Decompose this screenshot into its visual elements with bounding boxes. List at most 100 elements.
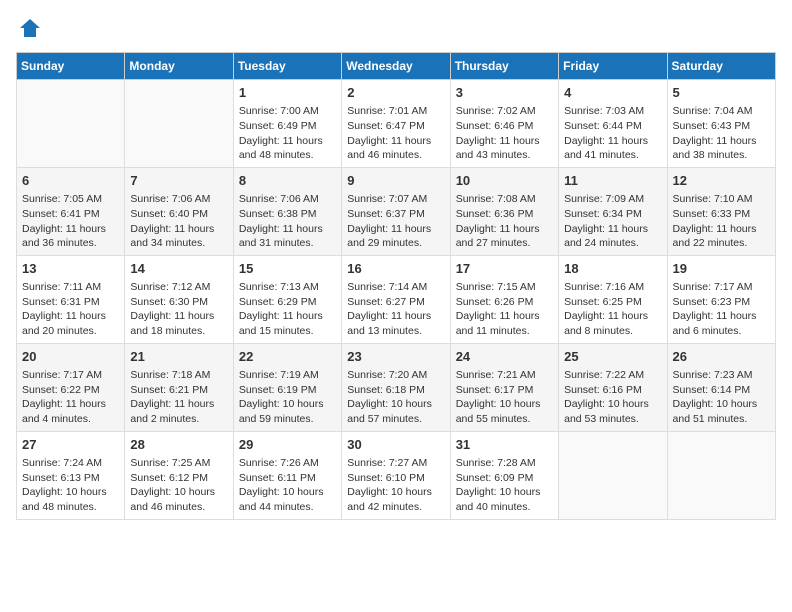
day-info: Sunrise: 7:20 AMSunset: 6:18 PMDaylight:… [347,368,444,427]
calendar-week-4: 20 Sunrise: 7:17 AMSunset: 6:22 PMDayligh… [17,343,776,431]
calendar-cell [667,431,775,519]
day-info: Sunrise: 7:12 AMSunset: 6:30 PMDaylight:… [130,280,227,339]
calendar-cell: 19Sunrise: 7:17 AMSunset: 6:23 PMDayligh… [667,255,775,343]
calendar-week-3: 13 Sunrise: 7:11 AMSunset: 6:31 PMDayligh… [17,255,776,343]
day-info: Sunrise: 7:16 AMSunset: 6:25 PMDaylight:… [564,280,661,339]
day-number: 5 [673,84,770,102]
weekday-header-friday: Friday [559,53,667,80]
day-info: Sunrise: 7:18 AMSunset: 6:21 PMDaylight:… [130,368,227,427]
weekday-header-saturday: Saturday [667,53,775,80]
calendar-cell: 20 Sunrise: 7:17 AMSunset: 6:22 PMDayligh… [17,343,125,431]
weekday-header-sunday: Sunday [17,53,125,80]
day-number: 25 [564,348,661,366]
calendar-cell: 14 Sunrise: 7:12 AMSunset: 6:30 PMDayligh… [125,255,233,343]
calendar-cell: 10 Sunrise: 7:08 AMSunset: 6:36 PMDayligh… [450,167,558,255]
day-info: Sunrise: 7:08 AMSunset: 6:36 PMDaylight:… [456,192,553,251]
day-info: Sunrise: 7:10 AMSunset: 6:33 PMDaylight:… [673,192,770,251]
day-info: Sunrise: 7:19 AMSunset: 6:19 PMDaylight:… [239,368,336,427]
calendar-cell: 15 Sunrise: 7:13 AMSunset: 6:29 PMDayligh… [233,255,341,343]
day-info: Sunrise: 7:24 AMSunset: 6:13 PMDaylight:… [22,456,119,515]
day-info: Sunrise: 7:17 AMSunset: 6:22 PMDaylight:… [22,368,119,427]
calendar-cell: 24 Sunrise: 7:21 AMSunset: 6:17 PMDayligh… [450,343,558,431]
calendar-cell [125,80,233,168]
calendar-cell: 22 Sunrise: 7:19 AMSunset: 6:19 PMDayligh… [233,343,341,431]
day-info: Sunrise: 7:26 AMSunset: 6:11 PMDaylight:… [239,456,336,515]
day-info: Sunrise: 7:28 AMSunset: 6:09 PMDaylight:… [456,456,553,515]
calendar-week-2: 6 Sunrise: 7:05 AMSunset: 6:41 PMDaylight… [17,167,776,255]
day-number: 20 [22,348,119,366]
day-info: Sunrise: 7:23 AMSunset: 6:14 PMDaylight:… [673,368,770,427]
day-number: 12 [673,172,770,190]
calendar-cell: 1Sunrise: 7:00 AMSunset: 6:49 PMDaylight… [233,80,341,168]
day-number: 17 [456,260,553,278]
day-number: 27 [22,436,119,454]
logo [16,16,42,40]
calendar-cell: 12 Sunrise: 7:10 AMSunset: 6:33 PMDayligh… [667,167,775,255]
calendar-cell: 21 Sunrise: 7:18 AMSunset: 6:21 PMDayligh… [125,343,233,431]
weekday-header-wednesday: Wednesday [342,53,450,80]
calendar-cell: 17 Sunrise: 7:15 AMSunset: 6:26 PMDayligh… [450,255,558,343]
day-number: 24 [456,348,553,366]
logo-icon [18,16,42,40]
day-number: 31 [456,436,553,454]
day-number: 9 [347,172,444,190]
day-info: Sunrise: 7:14 AMSunset: 6:27 PMDaylight:… [347,280,444,339]
day-number: 21 [130,348,227,366]
day-info: Sunrise: 7:25 AMSunset: 6:12 PMDaylight:… [130,456,227,515]
calendar-cell: 30Sunrise: 7:27 AMSunset: 6:10 PMDayligh… [342,431,450,519]
weekday-header-thursday: Thursday [450,53,558,80]
calendar-cell: 18 Sunrise: 7:16 AMSunset: 6:25 PMDayligh… [559,255,667,343]
calendar-cell [559,431,667,519]
day-number: 13 [22,260,119,278]
day-number: 30 [347,436,444,454]
day-info: Sunrise: 7:07 AMSunset: 6:37 PMDaylight:… [347,192,444,251]
day-info: Sunrise: 7:09 AMSunset: 6:34 PMDaylight:… [564,192,661,251]
day-info: Sunrise: 7:21 AMSunset: 6:17 PMDaylight:… [456,368,553,427]
day-info: Sunrise: 7:11 AMSunset: 6:31 PMDaylight:… [22,280,119,339]
calendar-cell: 16 Sunrise: 7:14 AMSunset: 6:27 PMDayligh… [342,255,450,343]
day-number: 4 [564,84,661,102]
calendar-cell: 8Sunrise: 7:06 AMSunset: 6:38 PMDaylight… [233,167,341,255]
day-number: 14 [130,260,227,278]
day-number: 3 [456,84,553,102]
calendar-cell: 29Sunrise: 7:26 AMSunset: 6:11 PMDayligh… [233,431,341,519]
calendar-cell: 28 Sunrise: 7:25 AMSunset: 6:12 PMDayligh… [125,431,233,519]
day-number: 28 [130,436,227,454]
day-info: Sunrise: 7:15 AMSunset: 6:26 PMDaylight:… [456,280,553,339]
day-number: 10 [456,172,553,190]
calendar-cell: 31 Sunrise: 7:28 AMSunset: 6:09 PMDayligh… [450,431,558,519]
weekday-header-tuesday: Tuesday [233,53,341,80]
calendar-cell: 9 Sunrise: 7:07 AMSunset: 6:37 PMDaylight… [342,167,450,255]
day-number: 6 [22,172,119,190]
day-info: Sunrise: 7:22 AMSunset: 6:16 PMDaylight:… [564,368,661,427]
calendar-cell: 3Sunrise: 7:02 AMSunset: 6:46 PMDaylight… [450,80,558,168]
calendar-cell: 11 Sunrise: 7:09 AMSunset: 6:34 PMDayligh… [559,167,667,255]
day-number: 15 [239,260,336,278]
day-info: Sunrise: 7:05 AMSunset: 6:41 PMDaylight:… [22,192,119,251]
calendar-week-5: 27 Sunrise: 7:24 AMSunset: 6:13 PMDayligh… [17,431,776,519]
calendar-cell: 26 Sunrise: 7:23 AMSunset: 6:14 PMDayligh… [667,343,775,431]
page-header [16,16,776,40]
day-number: 26 [673,348,770,366]
calendar-cell: 2 Sunrise: 7:01 AMSunset: 6:47 PMDaylight… [342,80,450,168]
day-number: 16 [347,260,444,278]
weekday-header-row: SundayMondayTuesdayWednesdayThursdayFrid… [17,53,776,80]
calendar-table: SundayMondayTuesdayWednesdayThursdayFrid… [16,52,776,520]
calendar-cell: 23 Sunrise: 7:20 AMSunset: 6:18 PMDayligh… [342,343,450,431]
day-info: Sunrise: 7:06 AMSunset: 6:40 PMDaylight:… [130,192,227,251]
calendar-cell: 27 Sunrise: 7:24 AMSunset: 6:13 PMDayligh… [17,431,125,519]
day-number: 18 [564,260,661,278]
day-number: 23 [347,348,444,366]
calendar-cell: 25 Sunrise: 7:22 AMSunset: 6:16 PMDayligh… [559,343,667,431]
day-info: Sunrise: 7:06 AMSunset: 6:38 PMDaylight:… [239,192,336,251]
calendar-cell: 4Sunrise: 7:03 AMSunset: 6:44 PMDaylight… [559,80,667,168]
day-number: 2 [347,84,444,102]
day-info: Sunrise: 7:13 AMSunset: 6:29 PMDaylight:… [239,280,336,339]
day-number: 11 [564,172,661,190]
weekday-header-monday: Monday [125,53,233,80]
day-number: 1 [239,84,336,102]
day-info: Sunrise: 7:01 AMSunset: 6:47 PMDaylight:… [347,104,444,163]
day-number: 19 [673,260,770,278]
day-number: 22 [239,348,336,366]
calendar-week-1: 1Sunrise: 7:00 AMSunset: 6:49 PMDaylight… [17,80,776,168]
